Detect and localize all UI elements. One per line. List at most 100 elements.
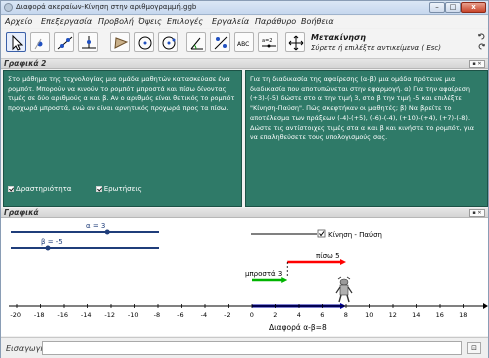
axis-tick-label: 18 — [459, 311, 467, 319]
questions-checkbox-label: Ερωτήσεις — [103, 185, 142, 193]
story-text: Στο μάθημα της τεχνολογίας μια ομάδα μαθ… — [8, 75, 235, 113]
redo-icon[interactable] — [478, 43, 485, 50]
axis-tick-label: -6 — [177, 311, 183, 319]
slider-tool-button[interactable]: a=2 — [258, 32, 278, 52]
activity-checkbox-label: Δραστηριότητα — [16, 185, 72, 193]
axis-tick-label: -8 — [154, 311, 160, 319]
input-help-button[interactable]: ⊡ — [467, 342, 481, 354]
close-button[interactable]: x — [461, 2, 486, 13]
slider-b-knob[interactable] — [45, 245, 51, 251]
window-title: Διαφορά ακεραίων-Κίνηση στην αριθμογραμμ… — [16, 3, 197, 11]
point-tool-icon — [34, 38, 43, 50]
reflect-tool-icon — [214, 36, 228, 50]
menu-bar: Αρχείο Επεξεργασία Προβολή Όψεις Επιλογέ… — [1, 16, 488, 28]
text-tool-button[interactable]: ABC — [234, 32, 254, 52]
slider-b-label: β = -5 — [41, 238, 63, 246]
circle-center-tool-button[interactable] — [158, 32, 178, 52]
motion-checkbox-label: Κίνηση - Παύση — [328, 231, 382, 239]
axis-tick-label: 12 — [389, 311, 397, 319]
circle-tool-button[interactable] — [134, 32, 154, 52]
axis-tick-label: 6 — [320, 311, 324, 319]
maximize-button[interactable]: □ — [445, 2, 461, 13]
circle-center-tool-icon — [162, 36, 176, 50]
menu-view[interactable]: Προβολή — [98, 17, 134, 26]
geogebra-app-icon — [4, 3, 13, 12]
story-text-box: Στο μάθημα της τεχνολογίας μια ομάδα μαθ… — [3, 70, 242, 207]
axis-tick-label: 16 — [436, 311, 444, 319]
axis-tick-label: 4 — [297, 311, 301, 319]
graphics2-title: Γραφικά 2 — [4, 59, 47, 68]
circle-tool-icon — [138, 36, 152, 50]
graphics-canvas[interactable]: α = 3 β = -5 Κίνηση - Παύση πίσω 5 μπροσ… — [1, 218, 488, 336]
questions-checkbox[interactable]: Ερωτήσεις — [95, 185, 142, 193]
axis-tick-label: -20 — [10, 311, 21, 319]
robot-figure — [335, 276, 353, 303]
graphics-view[interactable]: α = 3 β = -5 Κίνηση - Παύση πίσω 5 μπροσ… — [1, 218, 488, 336]
questions-text: Για τη διαδικασία της αφαίρεσης (α-β) μι… — [250, 75, 475, 142]
active-tool-hint: Σύρετε ή επιλέξτε αντικείμενα ( Esc) — [311, 44, 441, 52]
slider-a-knob[interactable] — [104, 229, 110, 235]
axis-tick-label: 2 — [273, 311, 277, 319]
move-tool-button[interactable] — [6, 32, 26, 52]
menu-options[interactable]: Επιλογές — [167, 17, 203, 26]
graphics-title: Γραφικά — [4, 208, 39, 217]
axis-tick-label: -16 — [57, 311, 68, 319]
move-tool-icon — [12, 34, 24, 51]
slider-tool-icon: a=2 — [262, 38, 276, 48]
graphics-header: Γραφικά ▪ ✕ — [1, 208, 488, 218]
questions-text-box: Για τη διαδικασία της αφαίρεσης (α-β) μι… — [245, 70, 488, 207]
active-tool-title: Μετακίνηση — [311, 33, 366, 42]
text-tool-label: ABC — [237, 41, 249, 48]
toolbar: ABC a=2 Μετακίνηση Σύρετε ή επιλέξτε αντ… — [1, 29, 488, 59]
angle-tool-icon — [190, 37, 203, 50]
checkbox-row: Δραστηριότητα Ερωτήσεις — [8, 185, 142, 193]
angle-tool-button[interactable] — [186, 32, 206, 52]
axis-tick-label: -14 — [81, 311, 92, 319]
axis-tick-label: -4 — [201, 311, 207, 319]
input-bar: Εισαγωγή: ⊡ — [1, 337, 488, 358]
minimize-button[interactable]: – — [429, 2, 445, 13]
move-view-tool-button[interactable] — [285, 32, 305, 52]
axis-tick-label: -2 — [224, 311, 230, 319]
perpendicular-tool-icon — [82, 36, 96, 49]
polygon-tool-button[interactable] — [110, 32, 130, 52]
menu-help[interactable]: Βοήθεια — [301, 17, 334, 26]
title-bar: Διαφορά ακεραίων-Κίνηση στην αριθμογραμμ… — [1, 1, 488, 15]
axis-tick-label: 14 — [412, 311, 420, 319]
forward-arrowhead — [281, 277, 288, 283]
menu-tools[interactable]: Εργαλεία — [212, 17, 249, 26]
axis-tick-label: -18 — [34, 311, 45, 319]
line-tool-icon — [57, 36, 73, 50]
app-window: Διαφορά ακεραίων-Κίνηση στην αριθμογραμμ… — [0, 0, 489, 358]
slider-a-label: α = 3 — [86, 222, 105, 230]
axis-tick-label: 8 — [344, 311, 348, 319]
axis-tick-label: -10 — [128, 311, 139, 319]
menu-file[interactable]: Αρχείο — [5, 17, 32, 26]
activity-checkbox[interactable]: Δραστηριότητα — [8, 185, 72, 193]
back-label: πίσω 5 — [316, 252, 340, 260]
reflect-tool-button[interactable] — [210, 32, 230, 52]
move-view-tool-icon — [288, 35, 304, 51]
polygon-tool-icon — [114, 37, 129, 49]
axis-tick-label: -12 — [104, 311, 115, 319]
undo-icon[interactable] — [478, 33, 485, 40]
panel-close-icon[interactable]: ▪ ✕ — [469, 60, 485, 68]
panel-close-icon[interactable]: ▪ ✕ — [469, 209, 485, 217]
axis-arrowhead-icon — [483, 303, 488, 309]
motion-checkbox[interactable] — [317, 229, 326, 238]
perpendicular-tool-button[interactable] — [78, 32, 98, 52]
point-tool-button[interactable] — [30, 32, 50, 52]
line-tool-button[interactable] — [54, 32, 74, 52]
checkbox-check-icon — [95, 186, 102, 192]
result-label: Διαφορά α-β=8 — [269, 323, 327, 332]
graphics2-header: Γραφικά 2 ▪ ✕ — [1, 59, 488, 69]
menu-edit[interactable]: Επεξεργασία — [41, 17, 92, 26]
input-field[interactable] — [42, 341, 462, 355]
menu-perspectives[interactable]: Όψεις — [138, 17, 162, 26]
back-arrowhead — [340, 259, 346, 265]
slider-tool-label: a=2 — [262, 38, 272, 44]
menu-window[interactable]: Παράθυρο — [255, 17, 296, 26]
axis-tick-label: 0 — [250, 311, 254, 319]
checkbox-check-icon — [8, 186, 14, 192]
axis-tick-label: 10 — [365, 311, 373, 319]
